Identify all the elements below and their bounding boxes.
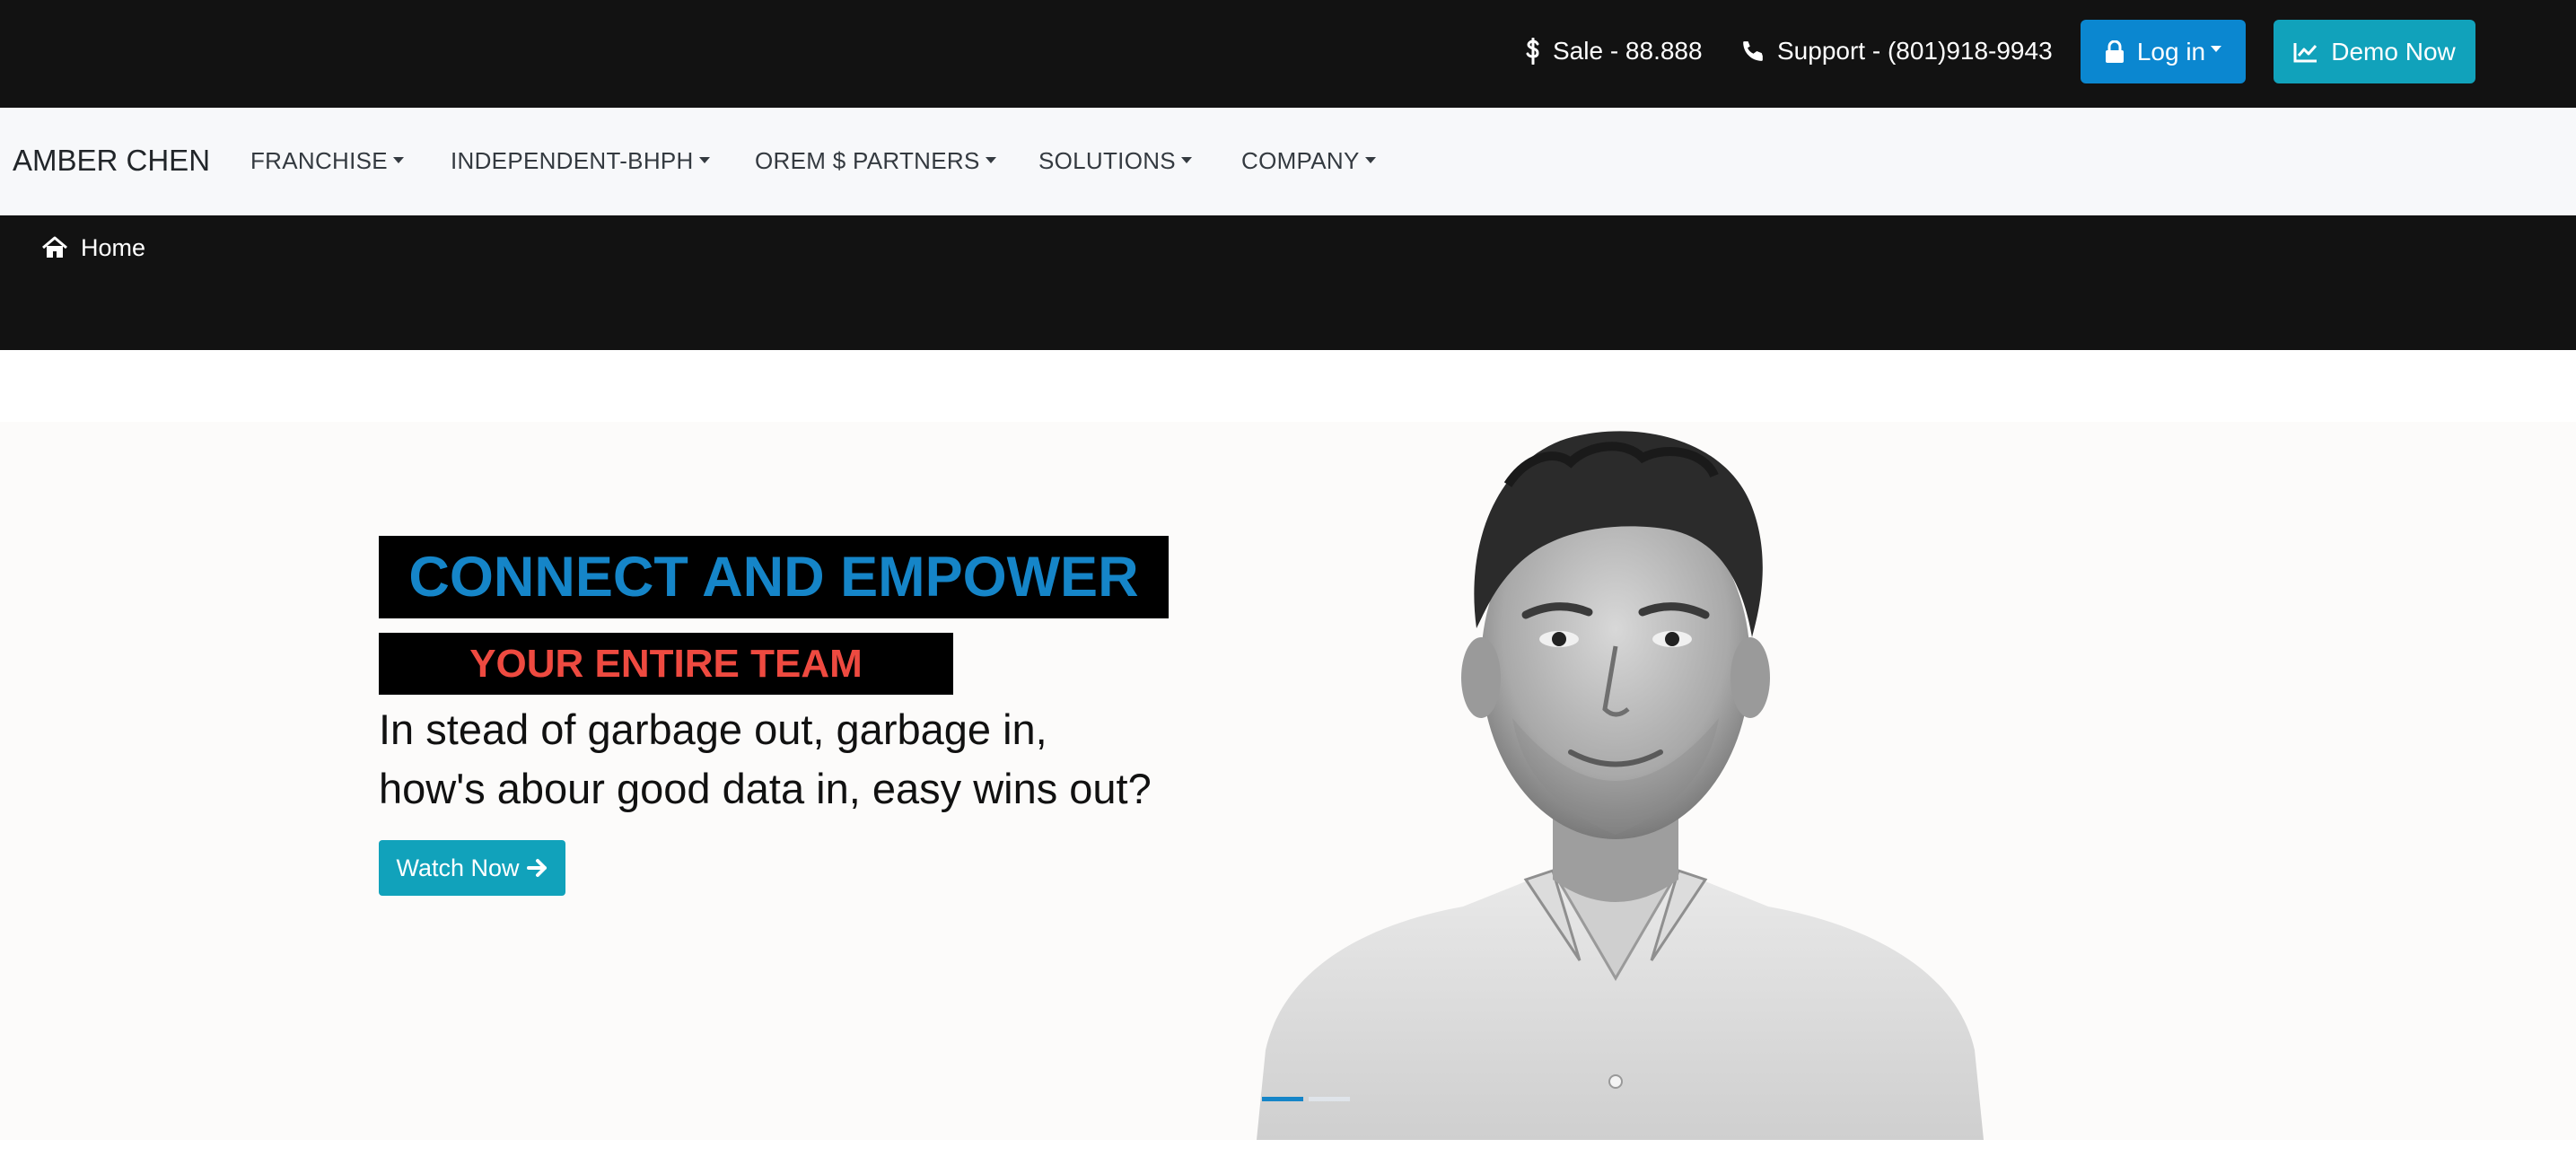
- lock-icon: [2105, 39, 2124, 63]
- line-chart-icon: [2293, 42, 2318, 62]
- support-label: Support - (801)918-9943: [1777, 37, 2053, 65]
- carousel-indicator-1[interactable]: [1262, 1097, 1303, 1101]
- login-button[interactable]: Log in: [2081, 20, 2246, 83]
- sale-contact[interactable]: Sale - 88.888: [1526, 0, 1703, 102]
- hero-subtext-line-1: In stead of garbage out, garbage in,: [379, 705, 1047, 753]
- nav-item-label: OREM $ PARTNERS: [755, 147, 980, 174]
- breadcrumb: Home: [0, 215, 2576, 350]
- chevron-down-icon: [985, 156, 996, 163]
- arrow-right-icon: [526, 859, 547, 877]
- nav-item-label: SOLUTIONS: [1038, 147, 1176, 174]
- hero-portrait-image: [1257, 431, 1984, 1140]
- chevron-down-icon: [1180, 156, 1192, 163]
- hero-headline-primary: CONNECT AND EMPOWER: [379, 536, 1169, 618]
- demo-now-button[interactable]: Demo Now: [2274, 20, 2475, 83]
- main-navbar: AMBER CHEN FRANCHISE INDEPENDENT-BHPH OR…: [0, 108, 2576, 215]
- breadcrumb-home-link[interactable]: Home: [41, 230, 145, 266]
- hero-subtext-line-2: how's abour good data in, easy wins out?: [379, 765, 1152, 812]
- watch-now-button[interactable]: Watch Now: [379, 840, 565, 896]
- sale-label: Sale - 88.888: [1553, 37, 1703, 65]
- hero-subtext: In stead of garbage out, garbage in, how…: [379, 700, 1187, 819]
- demo-label: Demo Now: [2331, 37, 2456, 66]
- nav-item-franchise[interactable]: FRANCHISE: [250, 147, 404, 175]
- dollar-icon: [1526, 38, 1539, 65]
- hero-carousel: CONNECT AND EMPOWER YOUR ENTIRE TEAM In …: [0, 422, 2576, 1140]
- nav-item-label: FRANCHISE: [250, 147, 388, 174]
- home-icon: [42, 236, 67, 258]
- breadcrumb-home-label: Home: [81, 233, 146, 261]
- chevron-down-icon: [1364, 156, 1376, 163]
- chevron-down-icon: [392, 156, 404, 163]
- login-label: Log in: [2136, 37, 2206, 66]
- watch-now-label: Watch Now: [396, 854, 520, 881]
- nav-item-independent-bhph[interactable]: INDEPENDENT-BHPH: [451, 147, 710, 175]
- chevron-down-icon: [698, 156, 710, 163]
- chevron-down-icon: [2211, 46, 2222, 52]
- top-utility-bar: Sale - 88.888 Support - (801)918-9943 Lo…: [0, 0, 2576, 108]
- phone-icon: [1743, 41, 1763, 61]
- support-contact[interactable]: Support - (801)918-9943: [1741, 0, 2053, 102]
- nav-item-orem-partners[interactable]: OREM $ PARTNERS: [755, 147, 996, 175]
- hero-headline-secondary: YOUR ENTIRE TEAM: [379, 633, 953, 695]
- nav-item-solutions[interactable]: SOLUTIONS: [1038, 147, 1192, 175]
- carousel-indicator-2[interactable]: [1309, 1097, 1350, 1101]
- nav-item-label: COMPANY: [1241, 147, 1360, 174]
- brand-logo[interactable]: AMBER CHEN: [13, 144, 210, 178]
- nav-item-label: INDEPENDENT-BHPH: [451, 147, 694, 174]
- carousel-indicators: [1262, 1097, 1350, 1101]
- nav-item-company[interactable]: COMPANY: [1241, 147, 1376, 175]
